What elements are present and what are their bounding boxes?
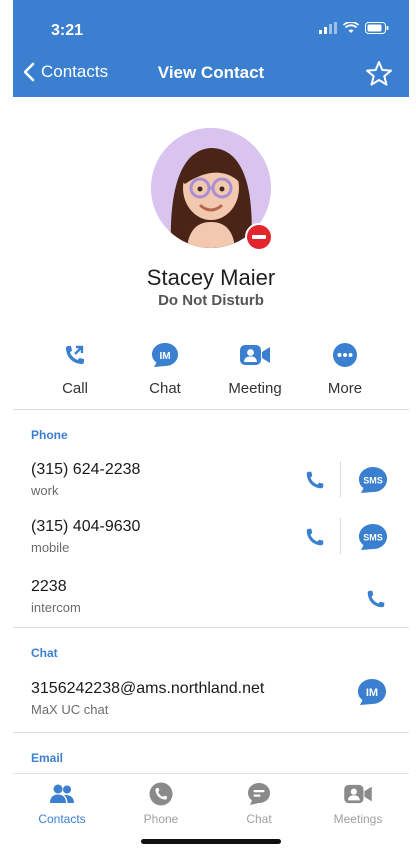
status-icons bbox=[319, 22, 389, 34]
dnd-status-badge bbox=[245, 223, 273, 251]
phone-icon bbox=[367, 590, 385, 608]
meetings-icon bbox=[344, 784, 372, 804]
chat-action-button[interactable]: IM Chat bbox=[120, 340, 210, 397]
meeting-icon bbox=[240, 345, 270, 365]
im-icon: IM bbox=[152, 343, 178, 367]
phone-entry-work[interactable]: (315) 624-2238 work bbox=[31, 461, 140, 498]
phone-entry-intercom[interactable]: 2238 intercom bbox=[31, 578, 81, 615]
home-indicator bbox=[141, 839, 281, 844]
tab-label: Phone bbox=[143, 812, 179, 826]
phone-number: 2238 bbox=[31, 578, 67, 595]
favorite-button[interactable] bbox=[365, 60, 393, 92]
contact-name: Stacey Maier bbox=[146, 265, 276, 290]
phone-icon bbox=[149, 782, 173, 806]
phone-section-label: Phone bbox=[31, 428, 68, 442]
phone-type: work bbox=[31, 483, 59, 498]
star-icon bbox=[366, 61, 392, 86]
im-chat-button[interactable]: IM bbox=[357, 678, 387, 711]
phone-icon bbox=[306, 528, 324, 546]
tab-contacts[interactable]: Contacts bbox=[17, 780, 107, 826]
svg-text:IM: IM bbox=[159, 351, 170, 362]
separator bbox=[340, 518, 341, 554]
im-label: IM bbox=[366, 687, 378, 699]
more-icon bbox=[333, 343, 357, 367]
tab-label: Meetings bbox=[333, 812, 383, 826]
chat-address: 3156242238@ams.northland.net bbox=[31, 680, 265, 697]
sms-work-button[interactable]: SMS bbox=[358, 466, 388, 499]
sms-mobile-button[interactable]: SMS bbox=[358, 523, 388, 556]
sms-icon: SMS bbox=[359, 524, 387, 550]
divider bbox=[13, 409, 409, 410]
signal-icon bbox=[319, 22, 337, 34]
app-bar: 3:21 Contacts View Contact bbox=[13, 0, 409, 97]
phone-icon bbox=[306, 471, 324, 489]
phone-number: (315) 624-2238 bbox=[31, 461, 141, 478]
im-icon: IM bbox=[358, 679, 386, 705]
separator bbox=[340, 461, 341, 497]
contacts-icon bbox=[50, 784, 74, 803]
phone-type: mobile bbox=[31, 540, 70, 555]
more-action-button[interactable]: More bbox=[300, 340, 390, 397]
tab-label: Chat bbox=[246, 812, 272, 826]
battery-icon bbox=[365, 22, 389, 34]
more-action-label: More bbox=[327, 380, 363, 397]
action-row: Call IM Chat Meeting More bbox=[13, 340, 409, 400]
call-intercom-button[interactable] bbox=[365, 588, 387, 615]
sms-label: SMS bbox=[363, 533, 383, 543]
call-work-button[interactable] bbox=[304, 469, 326, 496]
chat-section-label: Chat bbox=[31, 646, 58, 660]
chat-type: MaX UC chat bbox=[31, 702, 109, 717]
phone-type: intercom bbox=[31, 600, 81, 615]
sms-icon: SMS bbox=[359, 467, 387, 493]
wifi-icon bbox=[343, 22, 359, 33]
page-title: View Contact bbox=[157, 63, 265, 82]
email-section-label: Email bbox=[31, 751, 64, 765]
tab-meetings[interactable]: Meetings bbox=[313, 780, 403, 826]
tab-chat[interactable]: Chat bbox=[214, 780, 304, 826]
call-icon bbox=[66, 345, 84, 364]
contact-screen: 3:21 Contacts View Contact Stacey Maier … bbox=[13, 0, 409, 855]
tab-label: Contacts bbox=[38, 812, 86, 826]
chat-icon bbox=[248, 783, 270, 805]
call-action-label: Call bbox=[62, 380, 88, 397]
divider bbox=[13, 627, 409, 628]
status-time: 3:21 bbox=[51, 22, 84, 39]
chat-entry[interactable]: 3156242238@ams.northland.net MaX UC chat bbox=[31, 680, 264, 717]
meeting-action-label: Meeting bbox=[228, 380, 282, 397]
sms-label: SMS bbox=[363, 476, 383, 486]
call-mobile-button[interactable] bbox=[304, 526, 326, 553]
phone-number: (315) 404-9630 bbox=[31, 518, 141, 535]
presence-status: Do Not Disturb bbox=[158, 292, 264, 309]
call-action-button[interactable]: Call bbox=[30, 340, 120, 397]
chat-action-label: Chat bbox=[149, 380, 181, 397]
tab-phone[interactable]: Phone bbox=[116, 780, 206, 826]
meeting-action-button[interactable]: Meeting bbox=[210, 340, 300, 397]
phone-entry-mobile[interactable]: (315) 404-9630 mobile bbox=[31, 518, 140, 555]
divider bbox=[13, 732, 409, 733]
